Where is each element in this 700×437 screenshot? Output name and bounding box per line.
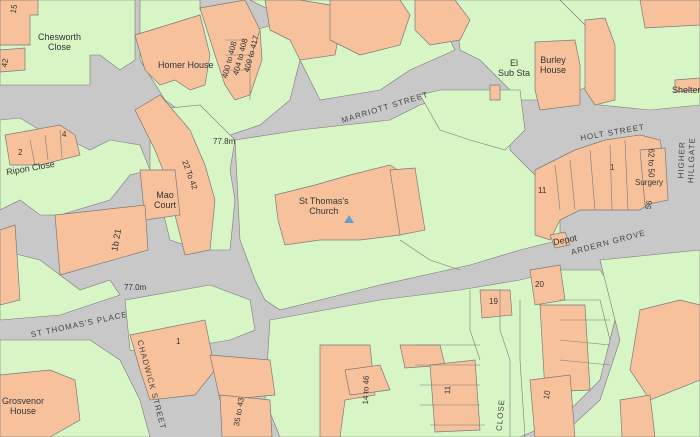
burley-house-label: Burley House xyxy=(540,55,567,75)
chesworth-close-label: Chesworth Close xyxy=(38,32,82,52)
higher-hillgate-label: HIGHER HILLGATE xyxy=(676,136,697,184)
house-number-20: 20 xyxy=(535,280,544,289)
house-number-11: 11 xyxy=(538,186,547,195)
house-number-4: 4 xyxy=(62,130,67,139)
mao-court-label: Mao Court xyxy=(154,190,177,210)
homer-house-label: Homer House xyxy=(158,60,214,70)
grosvenor-house-label: Grosvenor House xyxy=(2,396,45,416)
spot-height-778: 77.8m xyxy=(213,137,236,146)
house-number-56: 56 xyxy=(643,199,655,211)
house-number-42: 42 xyxy=(0,57,11,69)
house-number-1-south: 1 xyxy=(176,337,181,346)
house-number-11-south: 11 xyxy=(443,385,453,395)
shelter-label: Shelter xyxy=(672,85,700,95)
house-number-62-50: 62 to 50 xyxy=(646,148,656,178)
house-number-2: 2 xyxy=(18,148,23,157)
surgery-label: Surgery xyxy=(635,178,664,187)
house-number-1: 1 xyxy=(610,163,615,172)
el-sub-sta-label: El Sub Sta xyxy=(498,58,531,78)
block-14-46-label: 14 to 46 xyxy=(360,375,371,405)
map-view[interactable]: Chesworth Close Homer House 400 to 408 40… xyxy=(0,0,700,437)
house-number-10: 10 xyxy=(541,389,553,401)
house-number-15: 15 xyxy=(8,3,20,15)
house-number-19: 19 xyxy=(489,297,498,306)
church-label: St Thomas's Church xyxy=(299,196,349,216)
map-base xyxy=(0,0,700,437)
spot-height-770: 77.0m xyxy=(124,283,147,292)
